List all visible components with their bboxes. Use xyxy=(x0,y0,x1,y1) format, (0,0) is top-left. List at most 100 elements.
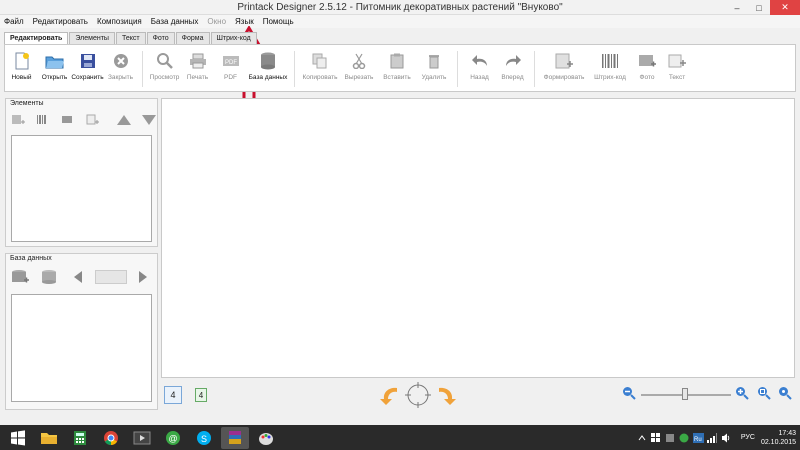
paint-icon[interactable] xyxy=(252,427,280,449)
add-image-element-icon[interactable] xyxy=(60,113,76,127)
design-canvas[interactable] xyxy=(161,98,795,378)
zoom-out-icon[interactable] xyxy=(622,386,636,400)
cut-button[interactable]: Вырезать xyxy=(340,51,378,81)
toolbar-separator xyxy=(142,51,143,87)
previous-record-icon[interactable] xyxy=(70,270,86,284)
elements-list[interactable] xyxy=(11,135,152,242)
format-page-icon xyxy=(554,51,574,71)
save-button[interactable]: Сохранить xyxy=(71,51,104,81)
delete-button[interactable]: Удалить xyxy=(416,51,452,81)
elements-toolbar xyxy=(10,113,166,127)
security-tray-icon[interactable] xyxy=(679,432,690,443)
winrar-icon[interactable] xyxy=(221,426,249,449)
pdf-button[interactable]: PDF PDF xyxy=(214,51,247,81)
tab-text[interactable]: Текст xyxy=(115,32,146,44)
close-file-button[interactable]: Закрыть xyxy=(104,51,137,81)
undo-button[interactable]: Назад xyxy=(463,51,496,81)
taskbar: @ S Ru РУС 17:43 02.10.2015 xyxy=(0,425,800,450)
add-element-icon[interactable] xyxy=(10,113,26,127)
elements-panel: Элементы xyxy=(5,98,158,247)
close-window-button[interactable]: ✕ xyxy=(770,0,800,15)
menu-composition[interactable]: Композиция xyxy=(97,15,147,28)
toolbar-separator xyxy=(457,51,458,87)
tab-barcode[interactable]: Штрих-код xyxy=(210,32,257,44)
open-button[interactable]: Открыть xyxy=(38,51,71,81)
tab-edit[interactable]: Редактировать xyxy=(4,32,69,44)
photo-icon xyxy=(637,51,657,71)
volume-icon[interactable] xyxy=(721,432,732,443)
toolbar: Новый Открыть Сохранить Закрыть Просмотр… xyxy=(4,44,796,92)
add-barcode-element-icon[interactable] xyxy=(35,113,51,127)
title-bar: Printack Designer 2.5.12 - Питомник деко… xyxy=(0,0,800,15)
minimize-button[interactable]: – xyxy=(726,0,748,15)
barcode-button[interactable]: Штрих-код xyxy=(588,51,632,81)
database-button[interactable]: База данных xyxy=(247,51,289,81)
text-tool-icon xyxy=(667,51,687,71)
email-client-icon[interactable]: @ xyxy=(159,427,187,449)
menu-window[interactable]: Окно xyxy=(207,15,231,28)
svg-text:@: @ xyxy=(169,433,178,443)
app-tray-icon[interactable] xyxy=(665,432,676,443)
undo-arrow-icon xyxy=(470,51,490,71)
move-down-icon[interactable] xyxy=(141,113,157,127)
position-target-icon[interactable] xyxy=(405,382,431,408)
svg-text:PDF: PDF xyxy=(225,60,237,66)
media-player-icon[interactable] xyxy=(128,427,156,449)
tab-elements[interactable]: Элементы xyxy=(69,32,115,44)
database-table-icon[interactable] xyxy=(39,270,59,284)
menu-bar: Файл Редактировать Композиция База данны… xyxy=(0,15,800,28)
windows-flag-icon[interactable] xyxy=(651,432,662,443)
ru-keyboard-icon[interactable]: Ru xyxy=(692,432,704,443)
magnifier-icon xyxy=(155,51,175,71)
zoom-fit-icon[interactable] xyxy=(757,386,771,400)
maximize-button[interactable]: □ xyxy=(748,0,770,15)
tab-photo[interactable]: Фото xyxy=(146,32,175,44)
print-button[interactable]: Печать xyxy=(181,51,214,81)
barcode-icon xyxy=(600,51,620,71)
next-record-icon[interactable] xyxy=(135,270,151,284)
page-next-button[interactable]: 4 xyxy=(195,388,207,402)
new-button[interactable]: Новый xyxy=(5,51,38,81)
page-current-button[interactable]: 4 xyxy=(164,386,182,404)
database-panel-title: База данных xyxy=(10,255,52,262)
svg-text:S: S xyxy=(201,434,207,444)
toolbar-separator xyxy=(534,51,535,87)
zoom-actual-icon[interactable] xyxy=(778,386,792,400)
clipboard-icon xyxy=(387,51,407,71)
windows-start-icon[interactable] xyxy=(4,427,32,449)
menu-help[interactable]: Помощь xyxy=(263,15,299,28)
move-up-icon[interactable] xyxy=(116,113,132,127)
menu-file[interactable]: Файл xyxy=(4,15,29,28)
elements-panel-title: Элементы xyxy=(10,100,44,107)
preview-button[interactable]: Просмотр xyxy=(148,51,181,81)
calculator-icon[interactable] xyxy=(66,427,94,449)
zoom-in-icon[interactable] xyxy=(735,386,749,400)
folder-open-icon xyxy=(45,51,65,71)
add-text-element-icon[interactable] xyxy=(85,113,101,127)
rotate-right-icon[interactable] xyxy=(435,384,457,406)
format-button[interactable]: Формировать xyxy=(540,51,588,81)
database-toolbar xyxy=(10,270,160,284)
zoom-slider-thumb[interactable] xyxy=(682,388,688,400)
copy-button[interactable]: Копировать xyxy=(300,51,340,81)
text-button[interactable]: Текст xyxy=(662,51,692,81)
toolbar-separator xyxy=(294,51,295,87)
input-language[interactable]: РУС xyxy=(741,434,755,441)
trash-icon xyxy=(424,51,444,71)
file-explorer-icon[interactable] xyxy=(35,427,63,449)
pdf-icon: PDF xyxy=(221,51,241,71)
tab-shape[interactable]: Форма xyxy=(175,32,210,44)
paste-button[interactable]: Вставить xyxy=(378,51,416,81)
menu-database[interactable]: База данных xyxy=(151,15,204,28)
photo-button[interactable]: Фото xyxy=(632,51,662,81)
record-field[interactable] xyxy=(95,270,127,284)
skype-icon[interactable]: S xyxy=(190,427,218,449)
redo-button[interactable]: Вперед xyxy=(496,51,529,81)
connect-database-icon[interactable] xyxy=(10,270,30,284)
wifi-signal-icon[interactable] xyxy=(707,432,718,443)
chrome-icon[interactable] xyxy=(97,427,125,449)
clock[interactable]: 17:43 02.10.2015 xyxy=(761,429,796,447)
menu-edit[interactable]: Редактировать xyxy=(33,15,93,28)
show-hidden-icons-icon[interactable] xyxy=(637,432,648,443)
rotate-left-icon[interactable] xyxy=(379,384,401,406)
